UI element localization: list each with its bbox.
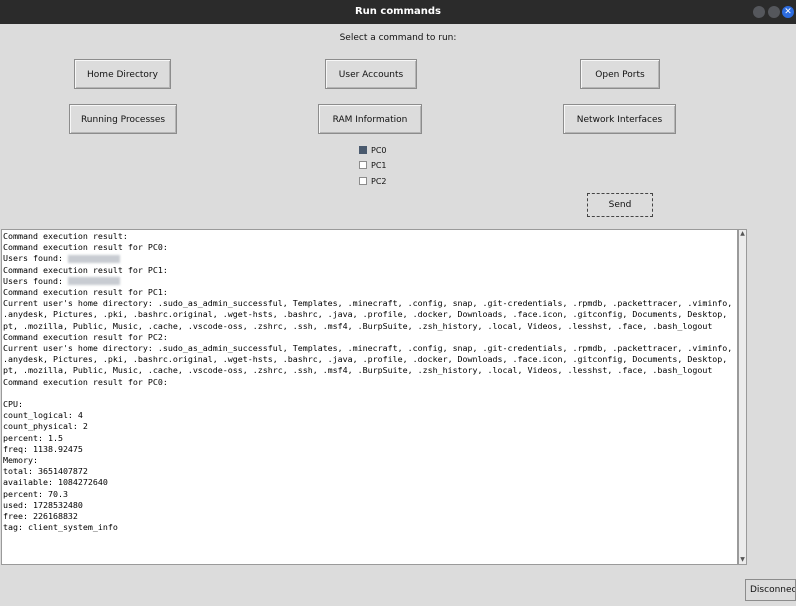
output-line: available: 1084272640 xyxy=(3,477,108,488)
output-line: Command execution result for PC0: xyxy=(3,242,168,253)
output-line: Current user's home directory: .sudo_as_… xyxy=(3,343,738,376)
output-line: total: 3651407872 xyxy=(3,466,88,477)
output-textarea[interactable]: Command execution result: Command execut… xyxy=(1,229,738,565)
target-pc0[interactable]: PC0 xyxy=(359,144,387,158)
output-line: CPU: xyxy=(3,399,23,410)
scroll-up-icon[interactable]: ▲ xyxy=(739,230,746,238)
output-line: count_physical: 2 xyxy=(3,421,88,432)
output-line: freq: 1138.92475 xyxy=(3,443,83,454)
output-line: Command execution result for PC0: xyxy=(3,376,168,387)
redacted-block xyxy=(67,254,120,263)
user-accounts-button[interactable]: User Accounts xyxy=(325,59,417,89)
output-line: Command execution result for PC1: xyxy=(3,264,168,275)
output-line: Command execution result for PC1: xyxy=(3,287,168,298)
output-line: Users found: xyxy=(3,253,120,263)
output-line: Command execution result for PC2: xyxy=(3,331,168,342)
output-line: free: 226168832 xyxy=(3,511,78,522)
prompt-label: Select a command to run: xyxy=(339,33,457,43)
output-line: percent: 70.3 xyxy=(3,488,68,499)
close-icon[interactable]: ✕ xyxy=(782,6,794,18)
output-line: Command execution result: xyxy=(3,231,128,241)
output-text: Command execution result: Command execut… xyxy=(2,230,737,533)
output-scrollbar[interactable]: ▲ ▼ xyxy=(738,229,747,565)
send-button[interactable]: Send xyxy=(587,193,653,217)
target-pc2[interactable]: PC2 xyxy=(359,175,387,189)
output-line: Memory: xyxy=(3,455,38,466)
target-label: PC1 xyxy=(371,161,387,170)
checkbox-icon xyxy=(359,145,367,154)
redacted-block xyxy=(67,277,120,286)
checkbox-icon xyxy=(359,176,367,185)
output-line: tag: client_system_info xyxy=(3,522,118,533)
title-bar: Run commands ✕ xyxy=(0,0,796,24)
output-line: Users found: xyxy=(3,276,120,286)
target-label: PC0 xyxy=(371,146,387,155)
output-line: count_logical: 4 xyxy=(3,410,83,421)
output-line: Current user's home directory: .sudo_as_… xyxy=(3,298,738,331)
disconnect-button[interactable]: Disconnect xyxy=(745,579,796,601)
minimize-icon[interactable] xyxy=(753,6,765,18)
output-line: used: 1728532480 xyxy=(3,499,83,510)
scroll-down-icon[interactable]: ▼ xyxy=(739,556,746,564)
home-directory-button[interactable]: Home Directory xyxy=(74,59,171,89)
ram-information-button[interactable]: RAM Information xyxy=(318,104,422,134)
open-ports-button[interactable]: Open Ports xyxy=(580,59,660,89)
checkbox-icon xyxy=(359,160,367,169)
target-pc1[interactable]: PC1 xyxy=(359,159,387,173)
window-title: Run commands xyxy=(354,6,442,17)
target-label: PC2 xyxy=(371,177,387,186)
network-interfaces-button[interactable]: Network Interfaces xyxy=(563,104,676,134)
running-processes-button[interactable]: Running Processes xyxy=(69,104,177,134)
output-line: percent: 1.5 xyxy=(3,432,63,443)
maximize-icon[interactable] xyxy=(768,6,780,18)
